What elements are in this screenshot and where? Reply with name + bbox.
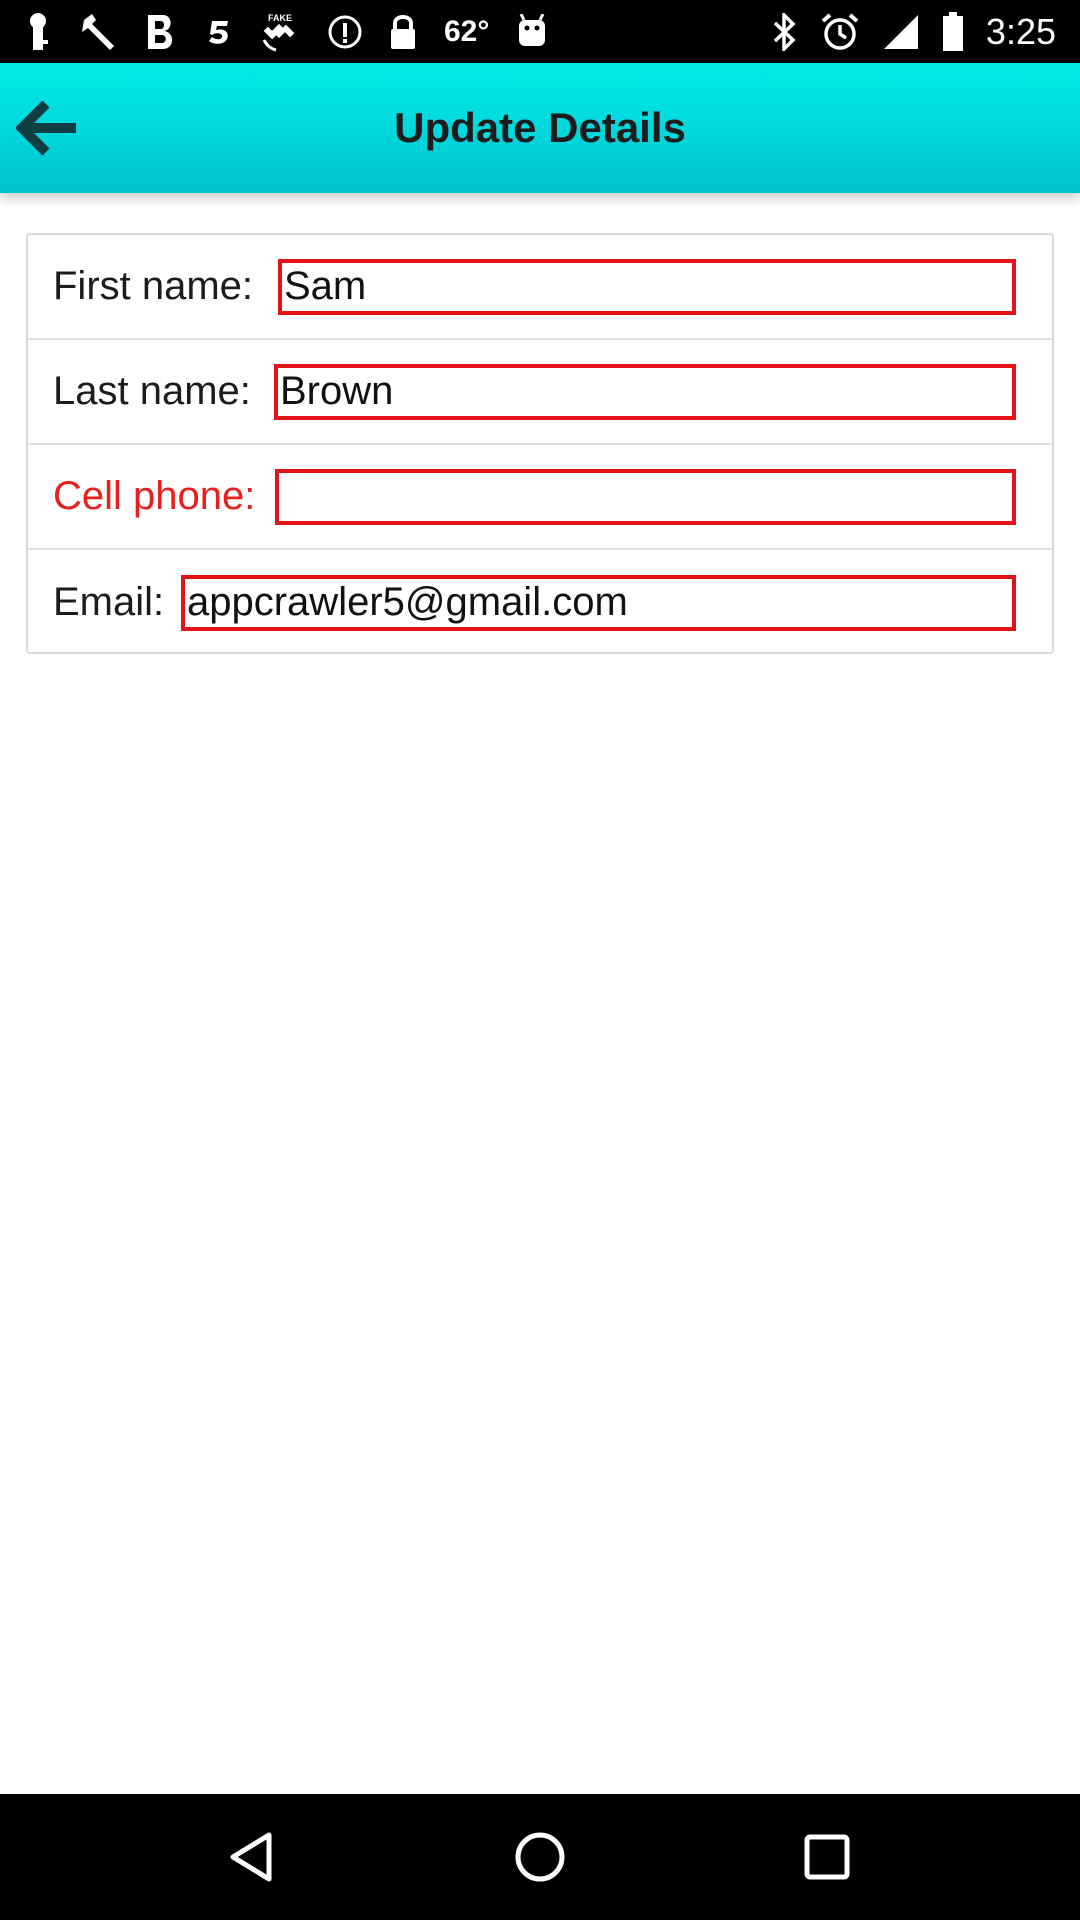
lock-icon — [388, 12, 418, 52]
page-title: Update Details — [394, 104, 686, 151]
first-name-field[interactable] — [278, 258, 1016, 315]
nav-home-button[interactable] — [485, 1802, 595, 1912]
nav-home-icon — [515, 1832, 565, 1882]
svg-text:FAKE: FAKE — [268, 13, 292, 23]
navigation-bar — [0, 1794, 1080, 1920]
battery-temp-text: 62° — [444, 14, 490, 48]
clock-time: 3:25 — [985, 10, 1056, 52]
app-bar: Update Details — [0, 63, 1080, 193]
bold-b-icon — [144, 12, 178, 52]
nav-recents-button[interactable] — [772, 1802, 882, 1912]
alarm-icon — [820, 12, 860, 52]
info-icon — [328, 12, 362, 52]
five-icon — [204, 12, 234, 52]
cell-phone-label: Cell phone: — [53, 474, 256, 518]
email-row: Email: — [28, 550, 1052, 655]
nav-back-icon — [230, 1832, 272, 1882]
back-arrow-icon — [16, 100, 76, 156]
bluetooth-icon — [772, 12, 798, 52]
email-field[interactable] — [181, 574, 1016, 631]
cell-phone-row: Cell phone: — [28, 445, 1052, 550]
key-icon — [24, 12, 52, 52]
fake-gps-satellite-icon: FAKE — [260, 12, 302, 52]
last-name-field[interactable] — [274, 363, 1016, 420]
last-name-label: Last name: — [53, 369, 251, 413]
email-label: Email: — [53, 580, 165, 624]
cell-phone-field[interactable] — [275, 468, 1016, 525]
details-form: First name: Last name: Cell phone: Email… — [26, 233, 1054, 654]
nav-recents-icon — [804, 1834, 850, 1880]
last-name-row: Last name: — [28, 340, 1052, 445]
wrench-icon — [78, 12, 118, 52]
battery-icon — [942, 11, 964, 52]
first-name-row: First name: — [28, 235, 1052, 340]
signal-icon — [882, 12, 920, 52]
android-icon — [515, 12, 549, 52]
nav-back-button[interactable] — [198, 1802, 308, 1912]
status-bar: FAKE 62° 3:25 — [0, 0, 1080, 63]
first-name-label: First name: — [53, 264, 254, 308]
back-button[interactable] — [8, 93, 88, 163]
